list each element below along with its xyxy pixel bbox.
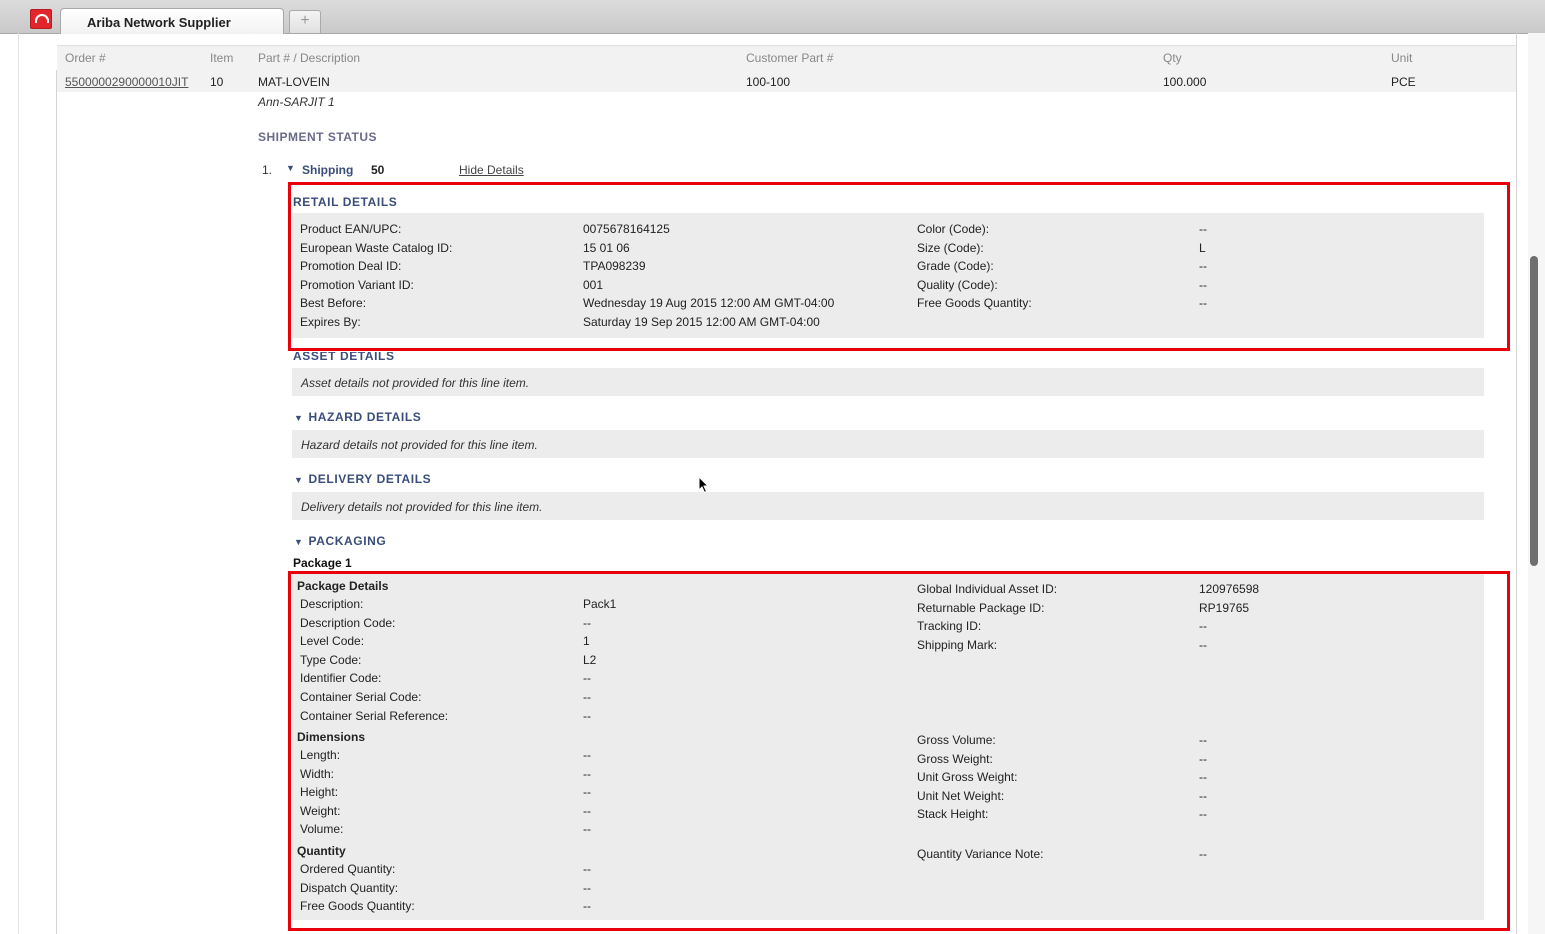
plus-icon: +	[300, 12, 310, 29]
part-number: MAT-LOVEIN	[258, 75, 330, 89]
line-items-table-header: Order # Item Part # / Description Custom…	[57, 45, 1516, 71]
quantity-value: 100.000	[1163, 75, 1207, 89]
table-row: 5500000290000010JIT 10 MAT-LOVEIN 100-10…	[57, 70, 1516, 92]
asset-details-title: ASSET DETAILS	[293, 349, 395, 363]
hazard-details-message: Hazard details not provided for this lin…	[301, 438, 538, 452]
unit-value: PCE	[1391, 75, 1416, 89]
hazard-details-title: HAZARD DETAILS	[308, 410, 422, 424]
customer-part-number: 100-100	[746, 75, 791, 89]
asset-details-message: Asset details not provided for this line…	[301, 376, 530, 390]
delivery-details-message: Delivery details not provided for this l…	[301, 500, 543, 514]
header-unit: Unit	[1391, 51, 1413, 65]
browser-tab[interactable]: Ariba Network Supplier	[60, 8, 284, 34]
shipment-line-number: 1.	[262, 163, 273, 177]
item-number: 10	[210, 75, 224, 89]
shipping-quantity: 50	[371, 163, 385, 177]
page-border-left	[18, 33, 19, 934]
mouse-cursor-icon	[698, 476, 710, 494]
scrollbar-thumb[interactable]	[1530, 256, 1538, 566]
header-item: Item	[210, 51, 234, 65]
cutoff-text: ......	[1402, 30, 1418, 36]
header-customer-part: Customer Part #	[746, 51, 834, 65]
collapse-triangle-icon: ▼	[294, 413, 304, 423]
order-number-link[interactable]: 5500000290000010JIT	[65, 75, 188, 89]
shipping-label[interactable]: Shipping	[302, 163, 353, 177]
browser-tab-title: Ariba Network Supplier	[87, 15, 231, 30]
collapse-triangle-icon: ▼	[294, 475, 304, 485]
header-part-description: Part # / Description	[258, 51, 361, 65]
header-qty: Qty	[1163, 51, 1182, 65]
packaging-header[interactable]: ▼ PACKAGING	[294, 534, 386, 548]
package-label: Package 1	[293, 556, 352, 570]
column-divider	[56, 70, 57, 934]
delivery-details-title: DELIVERY DETAILS	[308, 472, 432, 486]
header-order: Order #	[65, 51, 106, 65]
page-border-right	[1516, 33, 1517, 934]
hazard-details-header[interactable]: ▼ HAZARD DETAILS	[294, 410, 421, 424]
shipment-status-title: SHIPMENT STATUS	[258, 130, 378, 144]
hide-details-link[interactable]: Hide Details	[459, 163, 524, 177]
highlight-box-retail	[288, 182, 1510, 351]
part-description: Ann-SARJIT 1	[258, 95, 335, 109]
collapse-triangle-icon[interactable]: ▼	[286, 163, 295, 173]
highlight-box-packaging	[288, 571, 1510, 931]
new-tab-button[interactable]: +	[289, 10, 321, 33]
packaging-title: PACKAGING	[308, 534, 387, 548]
delivery-details-header[interactable]: ▼ DELIVERY DETAILS	[294, 472, 431, 486]
ariba-app-icon	[30, 9, 52, 29]
collapse-triangle-icon: ▼	[294, 537, 304, 547]
